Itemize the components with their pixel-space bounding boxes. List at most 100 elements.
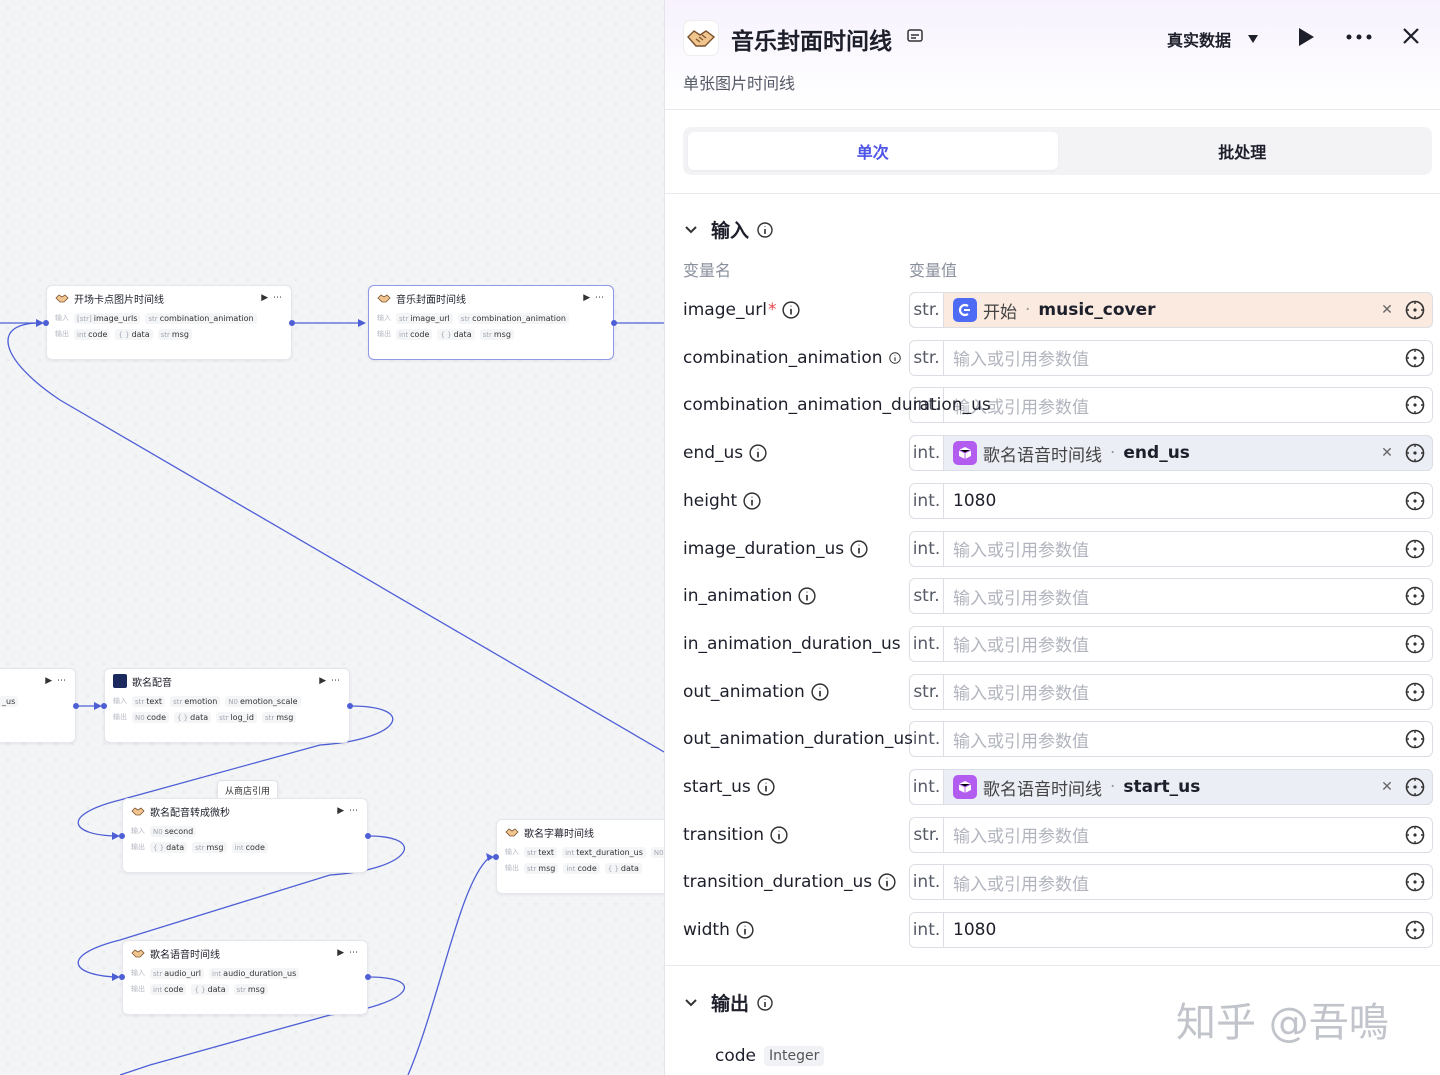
more-icon[interactable] — [1346, 34, 1372, 40]
close-icon[interactable] — [1402, 27, 1420, 45]
param-label: in_animation_duration_us — [683, 626, 901, 662]
node-title: 歌名配音 — [132, 677, 172, 689]
variable-target-icon[interactable] — [1405, 777, 1425, 797]
variable-target-icon[interactable] — [1405, 825, 1425, 845]
param-ref-value[interactable]: 开始 · music_cover — [944, 298, 1376, 323]
param-input-box[interactable]: int. 输入或引用参数值 — [909, 625, 1433, 662]
run-icon[interactable]: ▶ ⋯ — [337, 948, 359, 958]
data-mode-select[interactable]: 真实数据 — [1167, 27, 1231, 51]
edit-icon[interactable] — [906, 27, 924, 45]
run-icon[interactable]: ▶ ⋯ — [261, 293, 283, 303]
param-input-box[interactable]: int. 1080 — [909, 482, 1433, 519]
handshake-icon — [131, 807, 145, 816]
param-value-input[interactable]: 输入或引用参数值 — [944, 345, 1398, 370]
variable-target-icon[interactable] — [1405, 872, 1425, 892]
param-row-height: height int. 1080 — [683, 482, 1433, 519]
node-port[interactable] — [611, 320, 617, 326]
param-input-box[interactable]: int. 1080 — [909, 912, 1433, 949]
param-input-box[interactable]: int. 歌名语音时间线 · start_us ✕ — [909, 769, 1433, 805]
param-value-input[interactable]: 输入或引用参数值 — [944, 679, 1398, 704]
param-input-box[interactable]: str. 输入或引用参数值 — [909, 673, 1433, 710]
param-input-box[interactable]: str. 输入或引用参数值 — [909, 339, 1433, 376]
param-value-input[interactable]: 输入或引用参数值 — [944, 870, 1398, 895]
node-port[interactable] — [347, 703, 353, 709]
node-inputs: 输入 [str] image_urls str combination_animat… — [47, 310, 291, 326]
run-icon[interactable]: ▶ ⋯ — [337, 806, 359, 816]
node-port[interactable] — [101, 703, 107, 709]
node-partial[interactable]: ▶ ⋯ _us — [0, 668, 76, 743]
param-value-input[interactable]: 输入或引用参数值 — [944, 727, 1398, 752]
param-name: out_animation — [683, 681, 805, 702]
param-type: int. — [910, 436, 944, 471]
node-port[interactable] — [119, 974, 125, 980]
param-label: height — [683, 483, 761, 519]
tab-single[interactable]: 单次 — [688, 132, 1058, 170]
run-icon[interactable]: ▶ ⋯ — [45, 676, 67, 686]
clear-icon[interactable]: ✕ — [1376, 302, 1398, 318]
param-value-input[interactable]: 输入或引用参数值 — [944, 536, 1398, 561]
param-type: int. — [910, 722, 944, 757]
param-value-input[interactable]: 1080 — [944, 920, 1398, 940]
param-input-box[interactable]: int. 输入或引用参数值 — [909, 721, 1433, 758]
param-value-input[interactable]: 输入或引用参数值 — [944, 393, 1398, 418]
node-yinyue[interactable]: 音乐封面时间线 ▶ ⋯ 输入 str image_url str combinati… — [368, 285, 614, 360]
param-ref-value[interactable]: 歌名语音时间线 · start_us — [944, 775, 1376, 800]
param-input-box[interactable]: int. 输入或引用参数值 — [909, 530, 1433, 567]
node-title: 音乐封面时间线 — [396, 294, 466, 306]
param-input-box[interactable]: str. 输入或引用参数值 — [909, 578, 1433, 615]
run-icon[interactable]: ▶ ⋯ — [583, 293, 605, 303]
play-icon[interactable] — [1296, 26, 1316, 48]
variable-target-icon[interactable] — [1405, 443, 1425, 463]
param-input-box[interactable]: str. 输入或引用参数值 — [909, 816, 1433, 853]
param-input-box[interactable]: int. 歌名语音时间线 · end_us ✕ — [909, 435, 1433, 472]
variable-target-icon[interactable] — [1405, 395, 1425, 415]
node-zimu[interactable]: 歌名字幕时间线 输入 str text int text_duration_us N… — [496, 819, 664, 894]
run-icon[interactable]: ▶ ⋯ — [319, 676, 341, 686]
param-input-box[interactable]: int. 输入或引用参数值 — [909, 864, 1433, 901]
param-row-in-animation-duration-us: in_animation_duration_us int. 输入或引用参数值 — [683, 625, 1433, 662]
chevron-down-icon[interactable] — [683, 222, 699, 238]
node-port[interactable] — [289, 320, 295, 326]
node-peiyin[interactable]: 歌名配音 ▶ ⋯ 输入 str text str emotion N0 emotion… — [104, 668, 350, 743]
variable-target-icon[interactable] — [1405, 634, 1425, 654]
clear-icon[interactable]: ✕ — [1376, 779, 1398, 795]
param-name: out_animation_duration_us — [683, 729, 913, 750]
param-value-input[interactable]: 输入或引用参数值 — [944, 584, 1398, 609]
param-label: image_duration_us — [683, 531, 868, 567]
node-port[interactable] — [73, 703, 79, 709]
param-ref-value[interactable]: 歌名语音时间线 · end_us — [944, 441, 1376, 466]
param-value-input[interactable]: 1080 — [944, 491, 1398, 511]
clear-icon[interactable]: ✕ — [1376, 445, 1398, 461]
param-value-input[interactable]: 输入或引用参数值 — [944, 822, 1398, 847]
param-row-out-animation-duration-us: out_animation_duration_us int. 输入或引用参数值 — [683, 721, 1433, 758]
workflow-canvas[interactable]: 开场卡点图片时间线 ▶ ⋯ 输入 [str] image_urls str comb… — [0, 0, 664, 1075]
handshake-icon — [505, 828, 519, 837]
tab-batch[interactable]: 批处理 — [1058, 132, 1428, 170]
node-kaichang[interactable]: 开场卡点图片时间线 ▶ ⋯ 输入 [str] image_urls str comb… — [46, 285, 292, 360]
chevron-down-icon[interactable] — [683, 995, 699, 1011]
node-port[interactable] — [493, 854, 499, 860]
node-port[interactable] — [365, 974, 371, 980]
variable-target-icon[interactable] — [1405, 300, 1425, 320]
variable-target-icon[interactable] — [1405, 682, 1425, 702]
node-outputs: 输出 int code { } data str msg — [369, 326, 613, 342]
param-type: int. — [910, 865, 944, 900]
output-section-header[interactable]: 输出 — [683, 989, 773, 1016]
output-name: code — [715, 1046, 756, 1066]
variable-target-icon[interactable] — [1405, 729, 1425, 749]
variable-target-icon[interactable] — [1405, 586, 1425, 606]
variable-target-icon[interactable] — [1405, 491, 1425, 511]
caret-down-icon[interactable] — [1247, 33, 1259, 45]
variable-target-icon[interactable] — [1405, 539, 1425, 559]
node-port[interactable] — [365, 833, 371, 839]
param-input-box[interactable]: str. 开始 · music_cover ✕ — [909, 292, 1433, 328]
variable-target-icon[interactable] — [1405, 348, 1425, 368]
panel-title: 音乐封面时间线 — [731, 29, 892, 55]
input-section-header[interactable]: 输入 — [683, 216, 773, 243]
node-port[interactable] — [43, 320, 49, 326]
node-yuyin[interactable]: 歌名语音时间线 ▶ ⋯ 输入 str audio_url int audio_dur… — [122, 940, 368, 1015]
param-value-input[interactable]: 输入或引用参数值 — [944, 631, 1398, 656]
node-zhuanhuan[interactable]: 歌名配音转成微秒 ▶ ⋯ 输入 N0 second 输出 { } data str m… — [122, 798, 368, 873]
node-port[interactable] — [119, 833, 125, 839]
variable-target-icon[interactable] — [1405, 920, 1425, 940]
